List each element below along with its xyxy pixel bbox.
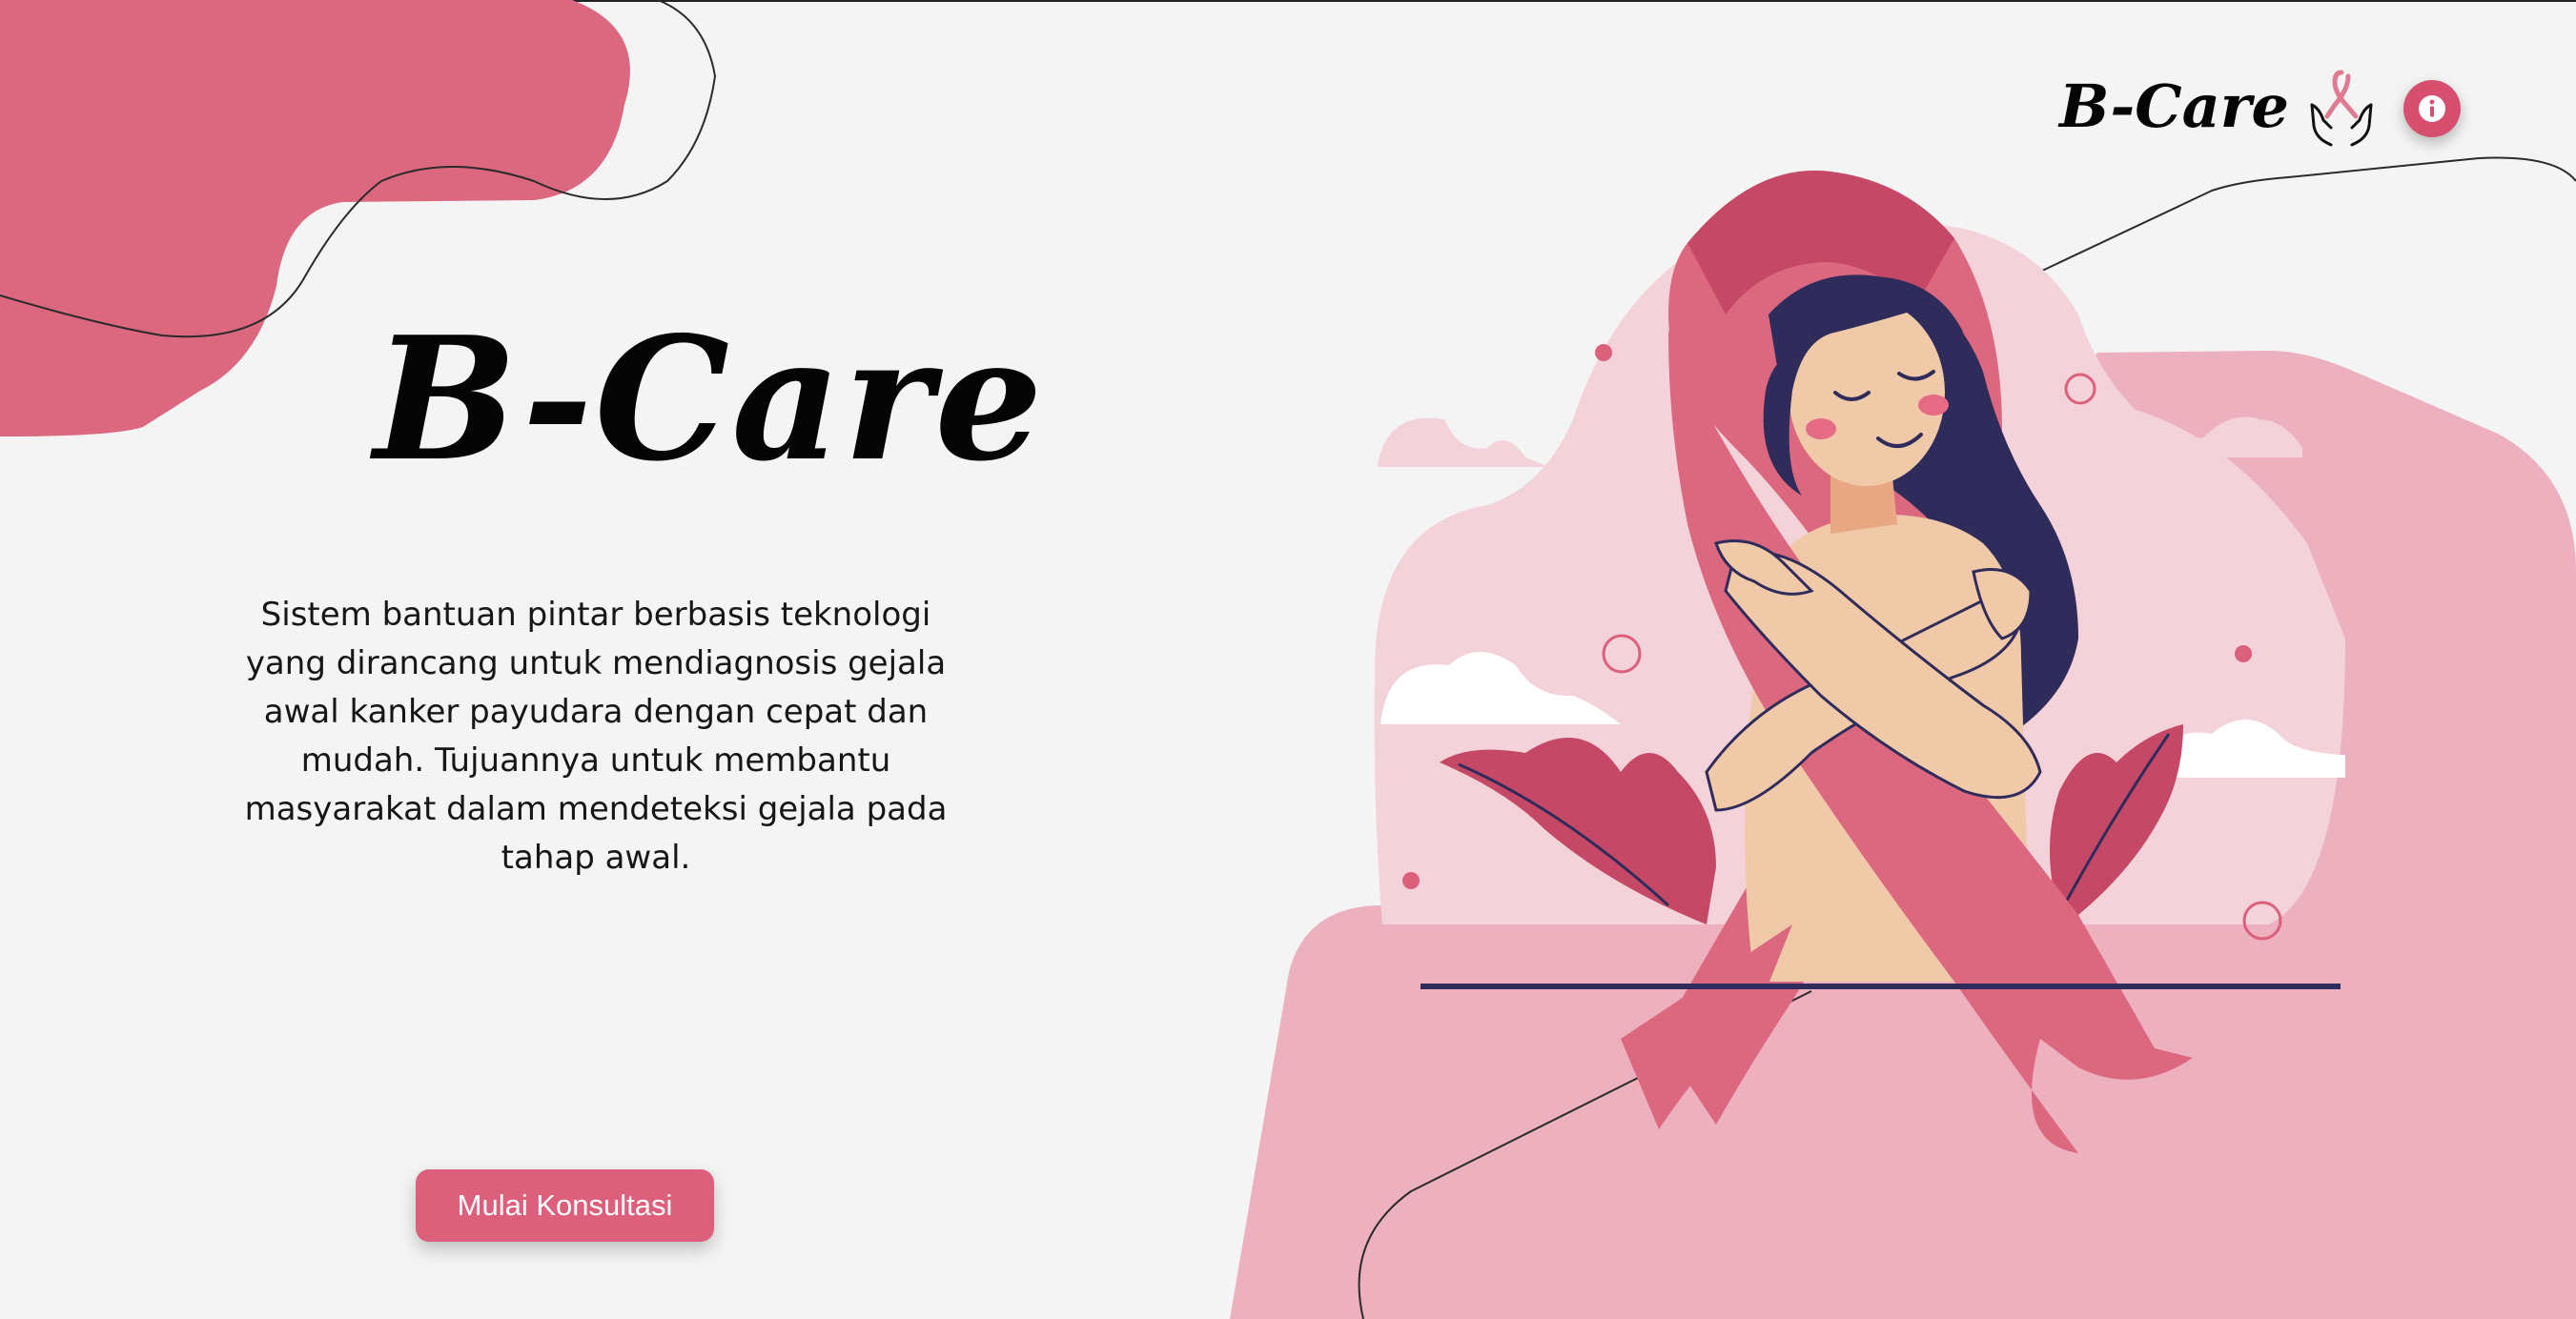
brand-logo-text: B-Care xyxy=(2059,71,2289,141)
hero-title: B-Care xyxy=(374,299,1045,498)
decor-dot xyxy=(1402,872,1420,889)
start-consultation-button[interactable]: Mulai Konsultasi xyxy=(416,1169,714,1242)
cheek xyxy=(1806,418,1836,439)
brand-logo[interactable]: B-Care xyxy=(2059,67,2377,147)
ribbon-hands-icon xyxy=(2310,70,2373,147)
ground-line xyxy=(1421,984,2341,989)
info-icon xyxy=(2419,95,2445,122)
hero-description: Sistem bantuan pintar berbasis teknologi… xyxy=(244,596,948,877)
woman-ribbon-illustration xyxy=(1374,170,2345,1153)
info-button[interactable] xyxy=(2403,80,2461,137)
decor-dot xyxy=(2235,645,2252,662)
cheek xyxy=(1918,395,1949,416)
decor-dot xyxy=(1595,344,1612,361)
cloud xyxy=(1378,417,1549,467)
